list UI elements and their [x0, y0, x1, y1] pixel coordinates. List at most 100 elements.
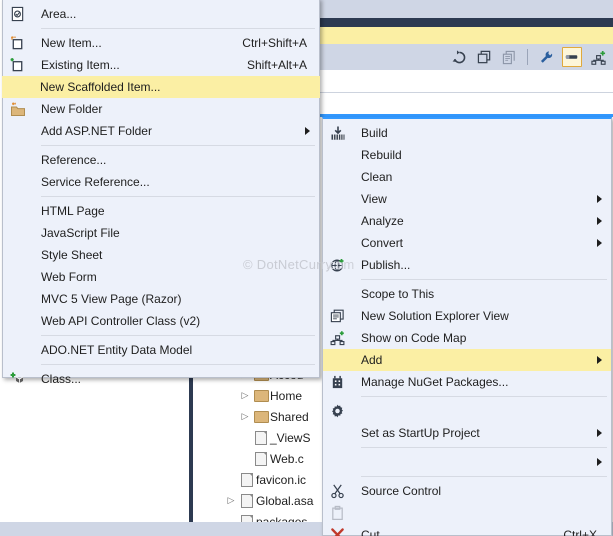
menu-item-label: JavaScript File	[41, 226, 120, 240]
menu-item-area[interactable]: Area...	[3, 3, 319, 25]
menu-item-label: Analyze	[361, 214, 404, 228]
code-map-icon[interactable]	[589, 48, 607, 66]
menu-item-label: New Item...	[41, 36, 102, 50]
menu-item-label: HTML Page	[41, 204, 105, 218]
tree-item-label: Shared	[270, 409, 309, 424]
menu-item-clean[interactable]: Clean	[323, 166, 611, 188]
menu-item-label: Style Sheet	[41, 248, 103, 262]
menu-item-label: Convert	[361, 236, 404, 250]
tree-item-label: Global.asa	[256, 493, 314, 508]
menu-item-service-reference[interactable]: Service Reference...	[3, 171, 319, 193]
menu-separator	[41, 28, 315, 29]
menu-item-build[interactable]: Build	[323, 122, 611, 144]
menu-separator	[41, 335, 315, 336]
properties-wrench-icon[interactable]	[537, 48, 555, 66]
menu-item-remove[interactable]: Cut Ctrl+X	[323, 524, 611, 536]
tree-item-label: favicon.ic	[256, 472, 307, 487]
chevron-right-icon	[305, 127, 310, 135]
menu-item-scope-to-this[interactable]: Scope to This	[323, 283, 611, 305]
remove-x-icon	[329, 527, 346, 536]
menu-item-add-aspnet-folder[interactable]: Add ASP.NET Folder	[3, 120, 319, 142]
menu-item-label: New Folder	[41, 102, 103, 116]
clipboard-icon	[329, 505, 346, 522]
refresh-icon[interactable]	[450, 48, 468, 66]
menu-item-html-page[interactable]: HTML Page	[3, 200, 319, 222]
expander-icon[interactable]: ▷	[238, 411, 252, 422]
menu-item-label: Service Reference...	[41, 175, 150, 189]
menu-item-label: Reference...	[41, 153, 107, 167]
menu-item-show-on-code-map[interactable]: Show on Code Map	[323, 327, 611, 349]
menu-item-reference[interactable]: Reference...	[3, 149, 319, 171]
menu-separator	[41, 145, 315, 146]
existing-item-icon	[9, 57, 26, 74]
menu-item-view[interactable]: View	[323, 188, 611, 210]
menu-item-label: Web API Controller Class (v2)	[41, 314, 201, 328]
menu-item-label: Existing Item...	[41, 58, 120, 72]
menu-item-label: New Scaffolded Item...	[40, 80, 161, 94]
menu-item-web-form[interactable]: Web Form	[3, 266, 319, 288]
expander-icon[interactable]: ▷	[224, 495, 238, 506]
menu-item-label: Web Form	[41, 270, 97, 284]
menu-item-class[interactable]: Class...	[3, 368, 319, 390]
chevron-right-icon	[597, 458, 602, 466]
new-class-icon	[9, 371, 26, 388]
expander-icon[interactable]: ▷	[238, 390, 252, 401]
menu-item-existing-item[interactable]: Existing Item... Shift+Alt+A	[3, 54, 319, 76]
menu-item-shortcut: Ctrl+Shift+A	[242, 36, 307, 50]
area-icon	[9, 6, 26, 23]
view-start-file-icon	[252, 430, 270, 445]
menu-separator	[361, 279, 607, 280]
menu-item-publish[interactable]: Publish...	[323, 254, 611, 276]
nuget-icon	[329, 374, 346, 391]
menu-item-label: Area...	[41, 7, 77, 21]
menu-item-new-solution-explorer-view[interactable]: New Solution Explorer View	[323, 305, 611, 327]
build-icon	[329, 125, 346, 142]
menu-item-analyze[interactable]: Analyze	[323, 210, 611, 232]
menu-item-cut[interactable]: Source Control	[323, 480, 611, 502]
preview-selected-items-icon[interactable]	[562, 47, 582, 67]
menu-item-label: New Solution Explorer View	[361, 309, 509, 323]
menu-item-rebuild[interactable]: Rebuild	[323, 144, 611, 166]
menu-item-label: Set as StartUp Project	[361, 426, 480, 440]
chevron-right-icon	[597, 217, 602, 225]
menu-item-style-sheet[interactable]: Style Sheet	[3, 244, 319, 266]
menu-item-set-as-startup-project[interactable]	[323, 400, 611, 422]
collapse-all-icon[interactable]	[475, 48, 493, 66]
menu-item-source-control[interactable]	[323, 451, 611, 473]
image-file-icon	[238, 472, 256, 487]
tree-item-label: Home	[270, 388, 303, 403]
menu-item-convert[interactable]: Convert	[323, 232, 611, 254]
menu-item-label: Class...	[41, 372, 82, 386]
menu-item-shortcut: Ctrl+X	[563, 528, 597, 536]
scissors-icon	[329, 483, 346, 500]
show-all-files-icon[interactable]	[500, 48, 518, 66]
menu-item-javascript-file[interactable]: JavaScript File	[3, 222, 319, 244]
menu-item-paste[interactable]	[323, 502, 611, 524]
menu-separator	[41, 196, 315, 197]
add-submenu: Area... New Item... Ctrl+Shift+A Existin…	[2, 0, 320, 385]
menu-item-new-item[interactable]: New Item... Ctrl+Shift+A	[3, 32, 319, 54]
tree-item-label: Web.c	[270, 451, 304, 466]
toolbar-separator	[527, 49, 528, 65]
menu-separator	[361, 447, 607, 448]
chevron-right-icon	[597, 195, 602, 203]
visual-studio-screenshot: r (Ctrl+;) caffolding' (1 project) ▷ Acc…	[0, 0, 613, 536]
menu-item-ado-net-entity-data-model[interactable]: ADO.NET Entity Data Model	[3, 339, 319, 361]
menu-item-label: Publish...	[361, 258, 411, 272]
folder-icon	[252, 389, 270, 403]
menu-separator	[41, 364, 315, 365]
menu-item-manage-nuget-packages[interactable]: Manage NuGet Packages...	[323, 371, 611, 393]
menu-item-label: Add	[361, 353, 383, 367]
menu-item-new-scaffolded-item[interactable]: New Scaffolded Item...	[2, 76, 320, 98]
global-asax-icon	[238, 493, 256, 508]
menu-item-add[interactable]: Add	[323, 349, 611, 371]
menu-item-label: Clean	[361, 170, 393, 184]
toolbar-icon-group	[450, 44, 607, 70]
menu-item-debug[interactable]: Set as StartUp Project	[323, 422, 611, 444]
menu-item-new-folder[interactable]: New Folder	[3, 98, 319, 120]
menu-item-mvc5-view-page[interactable]: MVC 5 View Page (Razor)	[3, 288, 319, 310]
menu-item-web-api-controller-class[interactable]: Web API Controller Class (v2)	[3, 310, 319, 332]
menu-item-label: Source Control	[361, 484, 442, 498]
new-folder-icon	[9, 101, 26, 118]
menu-item-label: Scope to This	[361, 287, 435, 301]
